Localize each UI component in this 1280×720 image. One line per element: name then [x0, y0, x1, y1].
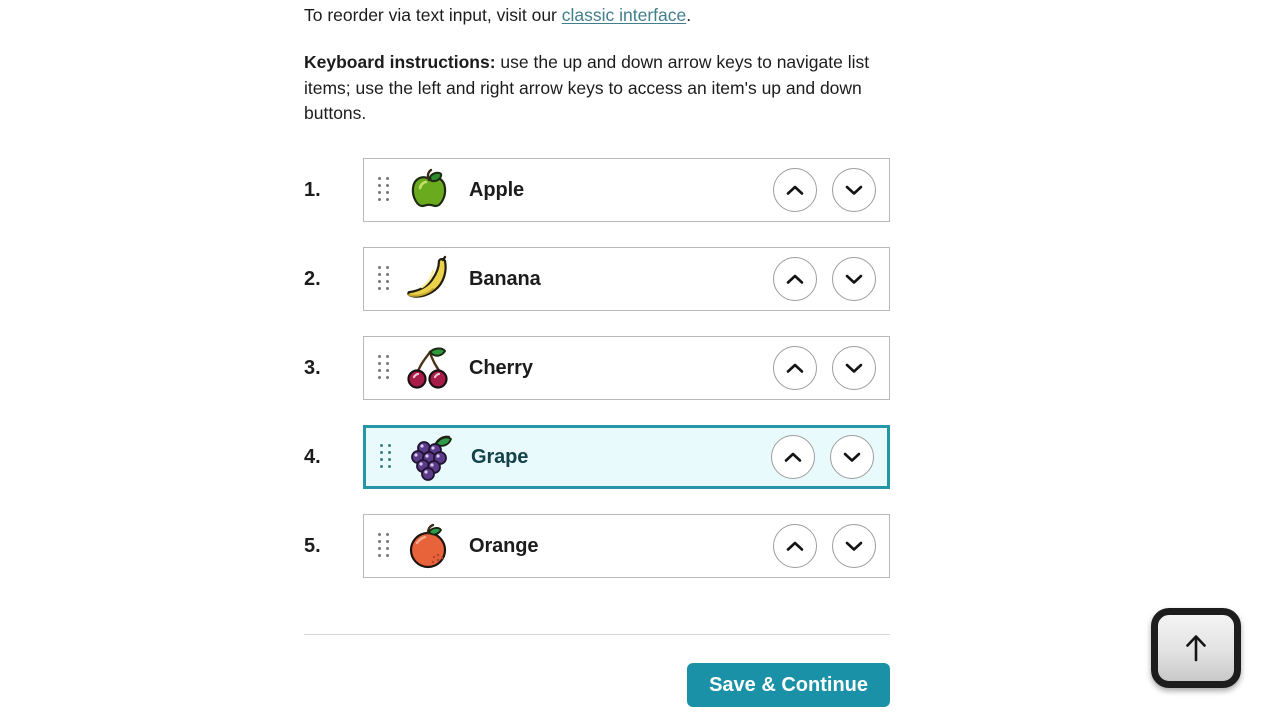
chevron-down-icon — [845, 541, 863, 551]
move-down-button[interactable] — [832, 168, 876, 212]
list-item-box[interactable]: Cherry — [363, 336, 890, 400]
list-item-box[interactable]: Apple — [363, 158, 890, 222]
move-up-button[interactable] — [773, 524, 817, 568]
list-item[interactable]: 2. Banana — [304, 247, 890, 311]
chevron-down-icon — [843, 452, 861, 462]
move-up-button[interactable] — [773, 168, 817, 212]
chevron-up-icon — [786, 541, 804, 551]
chevron-up-icon — [786, 185, 804, 195]
key-press-overlay — [1151, 608, 1241, 688]
list-item-number: 1. — [304, 178, 321, 201]
list-item-box[interactable]: Grape — [363, 425, 890, 489]
list-item[interactable]: 4. Grape — [304, 425, 890, 489]
list-item-box[interactable]: Orange — [363, 514, 890, 578]
move-down-button[interactable] — [830, 435, 874, 479]
drag-handle-icon[interactable] — [378, 533, 389, 559]
move-down-button[interactable] — [832, 257, 876, 301]
list-item-label: Cherry — [469, 356, 533, 379]
apple-emoji — [401, 165, 457, 215]
keyboard-instructions-paragraph: Keyboard instructions: use the up and do… — [304, 50, 904, 127]
list-item-actions — [773, 257, 876, 301]
chevron-up-icon — [786, 363, 804, 373]
move-down-button[interactable] — [832, 524, 876, 568]
arrow-up-key-icon — [1151, 608, 1241, 688]
list-item-label: Grape — [471, 445, 529, 468]
list-item-number: 2. — [304, 267, 321, 290]
keyboard-instructions-label: Keyboard instructions: — [304, 52, 496, 72]
page-root: To reorder via text input, visit our cla… — [0, 0, 1280, 720]
intro-text-after: . — [686, 5, 692, 25]
list-item-box[interactable]: Banana — [363, 247, 890, 311]
list-item-label: Orange — [469, 534, 539, 557]
content-column: To reorder via text input, visit our cla… — [304, 0, 890, 707]
footer-actions: Save & Continue — [304, 663, 890, 707]
classic-interface-link[interactable]: classic interface — [562, 5, 687, 25]
intro-paragraph: To reorder via text input, visit our cla… — [304, 0, 890, 28]
list-item[interactable]: 1. Apple — [304, 158, 890, 222]
drag-handle-icon[interactable] — [378, 355, 389, 381]
list-item[interactable]: 3. Cherry — [304, 336, 890, 400]
list-item[interactable]: 5. Orange — [304, 514, 890, 578]
orange-emoji — [401, 521, 457, 571]
move-down-button[interactable] — [832, 346, 876, 390]
list-item-actions — [771, 435, 874, 479]
footer-divider — [304, 634, 890, 635]
move-up-button[interactable] — [773, 257, 817, 301]
intro-text-before: To reorder via text input, visit our — [304, 5, 562, 25]
list-item-actions — [773, 524, 876, 568]
chevron-up-icon — [786, 274, 804, 284]
banana-emoji — [401, 254, 457, 304]
list-item-actions — [773, 168, 876, 212]
chevron-down-icon — [845, 274, 863, 284]
chevron-down-icon — [845, 185, 863, 195]
chevron-up-icon — [784, 452, 802, 462]
list-item-label: Apple — [469, 178, 525, 201]
cherry-emoji — [401, 343, 457, 393]
drag-handle-icon[interactable] — [380, 444, 391, 470]
chevron-down-icon — [845, 363, 863, 373]
list-item-label: Banana — [469, 267, 541, 290]
move-up-button[interactable] — [771, 435, 815, 479]
reorder-list: 1. Apple 2. Banana 3. Cherry 4. Grape 5.… — [304, 158, 890, 603]
drag-handle-icon[interactable] — [378, 266, 389, 292]
list-item-number: 3. — [304, 356, 321, 379]
list-item-number: 4. — [304, 445, 321, 468]
list-item-actions — [773, 346, 876, 390]
save-and-continue-button[interactable]: Save & Continue — [687, 663, 890, 707]
grape-emoji — [403, 432, 459, 482]
move-up-button[interactable] — [773, 346, 817, 390]
list-item-number: 5. — [304, 534, 321, 557]
drag-handle-icon[interactable] — [378, 177, 389, 203]
